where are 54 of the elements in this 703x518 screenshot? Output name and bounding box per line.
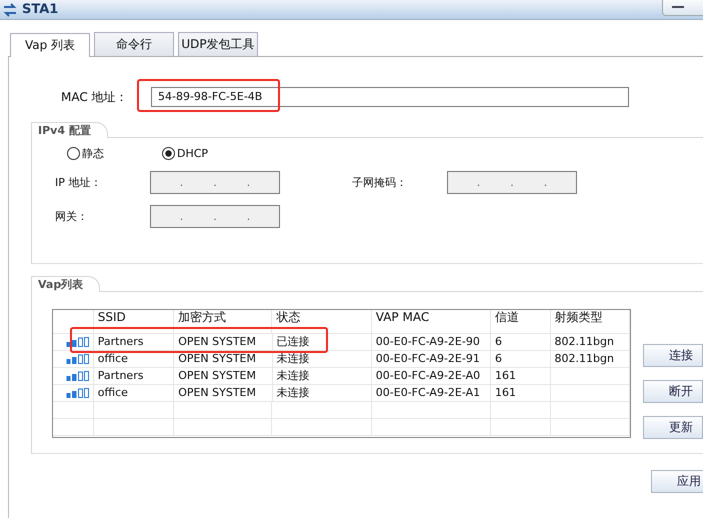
- network-icon: [2, 2, 18, 16]
- column-header: VAP MAC: [376, 310, 430, 325]
- group-title: Vap列表: [31, 276, 100, 292]
- radio-button[interactable]: [162, 147, 175, 160]
- mac-field[interactable]: 54-89-98-FC-5E-4B: [151, 87, 629, 107]
- table-cell: 161: [494, 385, 516, 401]
- signal-icon: [66, 371, 90, 381]
- radio-button[interactable]: [67, 147, 80, 160]
- apply-button[interactable]: 应用: [651, 470, 703, 493]
- window-title: STA1: [22, 2, 58, 17]
- table-cell: office: [98, 351, 128, 367]
- table-cell: Partners: [98, 368, 144, 384]
- table-cell: OPEN SYSTEM: [178, 368, 256, 384]
- table-cell: 802.11bgn: [554, 334, 614, 350]
- table-cell: 00-E0-FC-A9-2E-A1: [376, 385, 480, 401]
- table-cell: 6: [494, 351, 502, 367]
- table-cell: 未连接: [276, 368, 310, 384]
- table-cell: OPEN SYSTEM: [178, 385, 256, 401]
- signal-icon: [66, 354, 90, 364]
- column-header: 加密方式: [178, 310, 226, 325]
- table-cell: 00-E0-FC-A9-2E-A0: [376, 368, 480, 384]
- table-cell: 161: [494, 368, 516, 384]
- signal-icon: [66, 388, 90, 398]
- minimize-icon: [672, 6, 684, 9]
- table-cell: 6: [494, 334, 502, 350]
- mac-label: MAC 地址：: [61, 88, 129, 106]
- tab[interactable]: Vap 列表: [10, 33, 90, 57]
- tab[interactable]: UDP发包工具: [178, 32, 258, 56]
- column-header: 状态: [276, 310, 300, 325]
- action-button[interactable]: 断开: [643, 380, 703, 403]
- table-cell: 00-E0-FC-A9-2E-90: [376, 334, 480, 350]
- radio-label: DHCP: [177, 147, 208, 160]
- column-header: 射频类型: [554, 310, 603, 325]
- table-cell: 未连接: [276, 385, 310, 401]
- radio-label: 静态: [82, 146, 104, 161]
- column-header: 信道: [494, 310, 519, 325]
- table-cell: 已连接: [276, 334, 310, 350]
- table-cell: OPEN SYSTEM: [178, 334, 256, 350]
- table-cell: 00-E0-FC-A9-2E-91: [376, 351, 480, 367]
- group-title: IPv4 配置: [31, 122, 108, 138]
- field-label: 网关：: [55, 209, 89, 224]
- signal-icon: [66, 337, 90, 347]
- minimize-button[interactable]: [662, 0, 703, 16]
- column-header: SSID: [98, 310, 126, 325]
- field-label: 子网掩码：: [352, 175, 408, 190]
- table-cell: office: [98, 385, 128, 401]
- table-cell: 未连接: [276, 351, 310, 367]
- action-button[interactable]: 连接: [643, 344, 703, 367]
- table-cell: OPEN SYSTEM: [178, 351, 256, 367]
- action-button[interactable]: 更新: [643, 416, 703, 439]
- field-label: IP 地址：: [55, 175, 102, 190]
- tab[interactable]: 命令行: [94, 32, 174, 56]
- table-cell: Partners: [98, 334, 144, 350]
- table-cell: 802.11bgn: [554, 351, 614, 367]
